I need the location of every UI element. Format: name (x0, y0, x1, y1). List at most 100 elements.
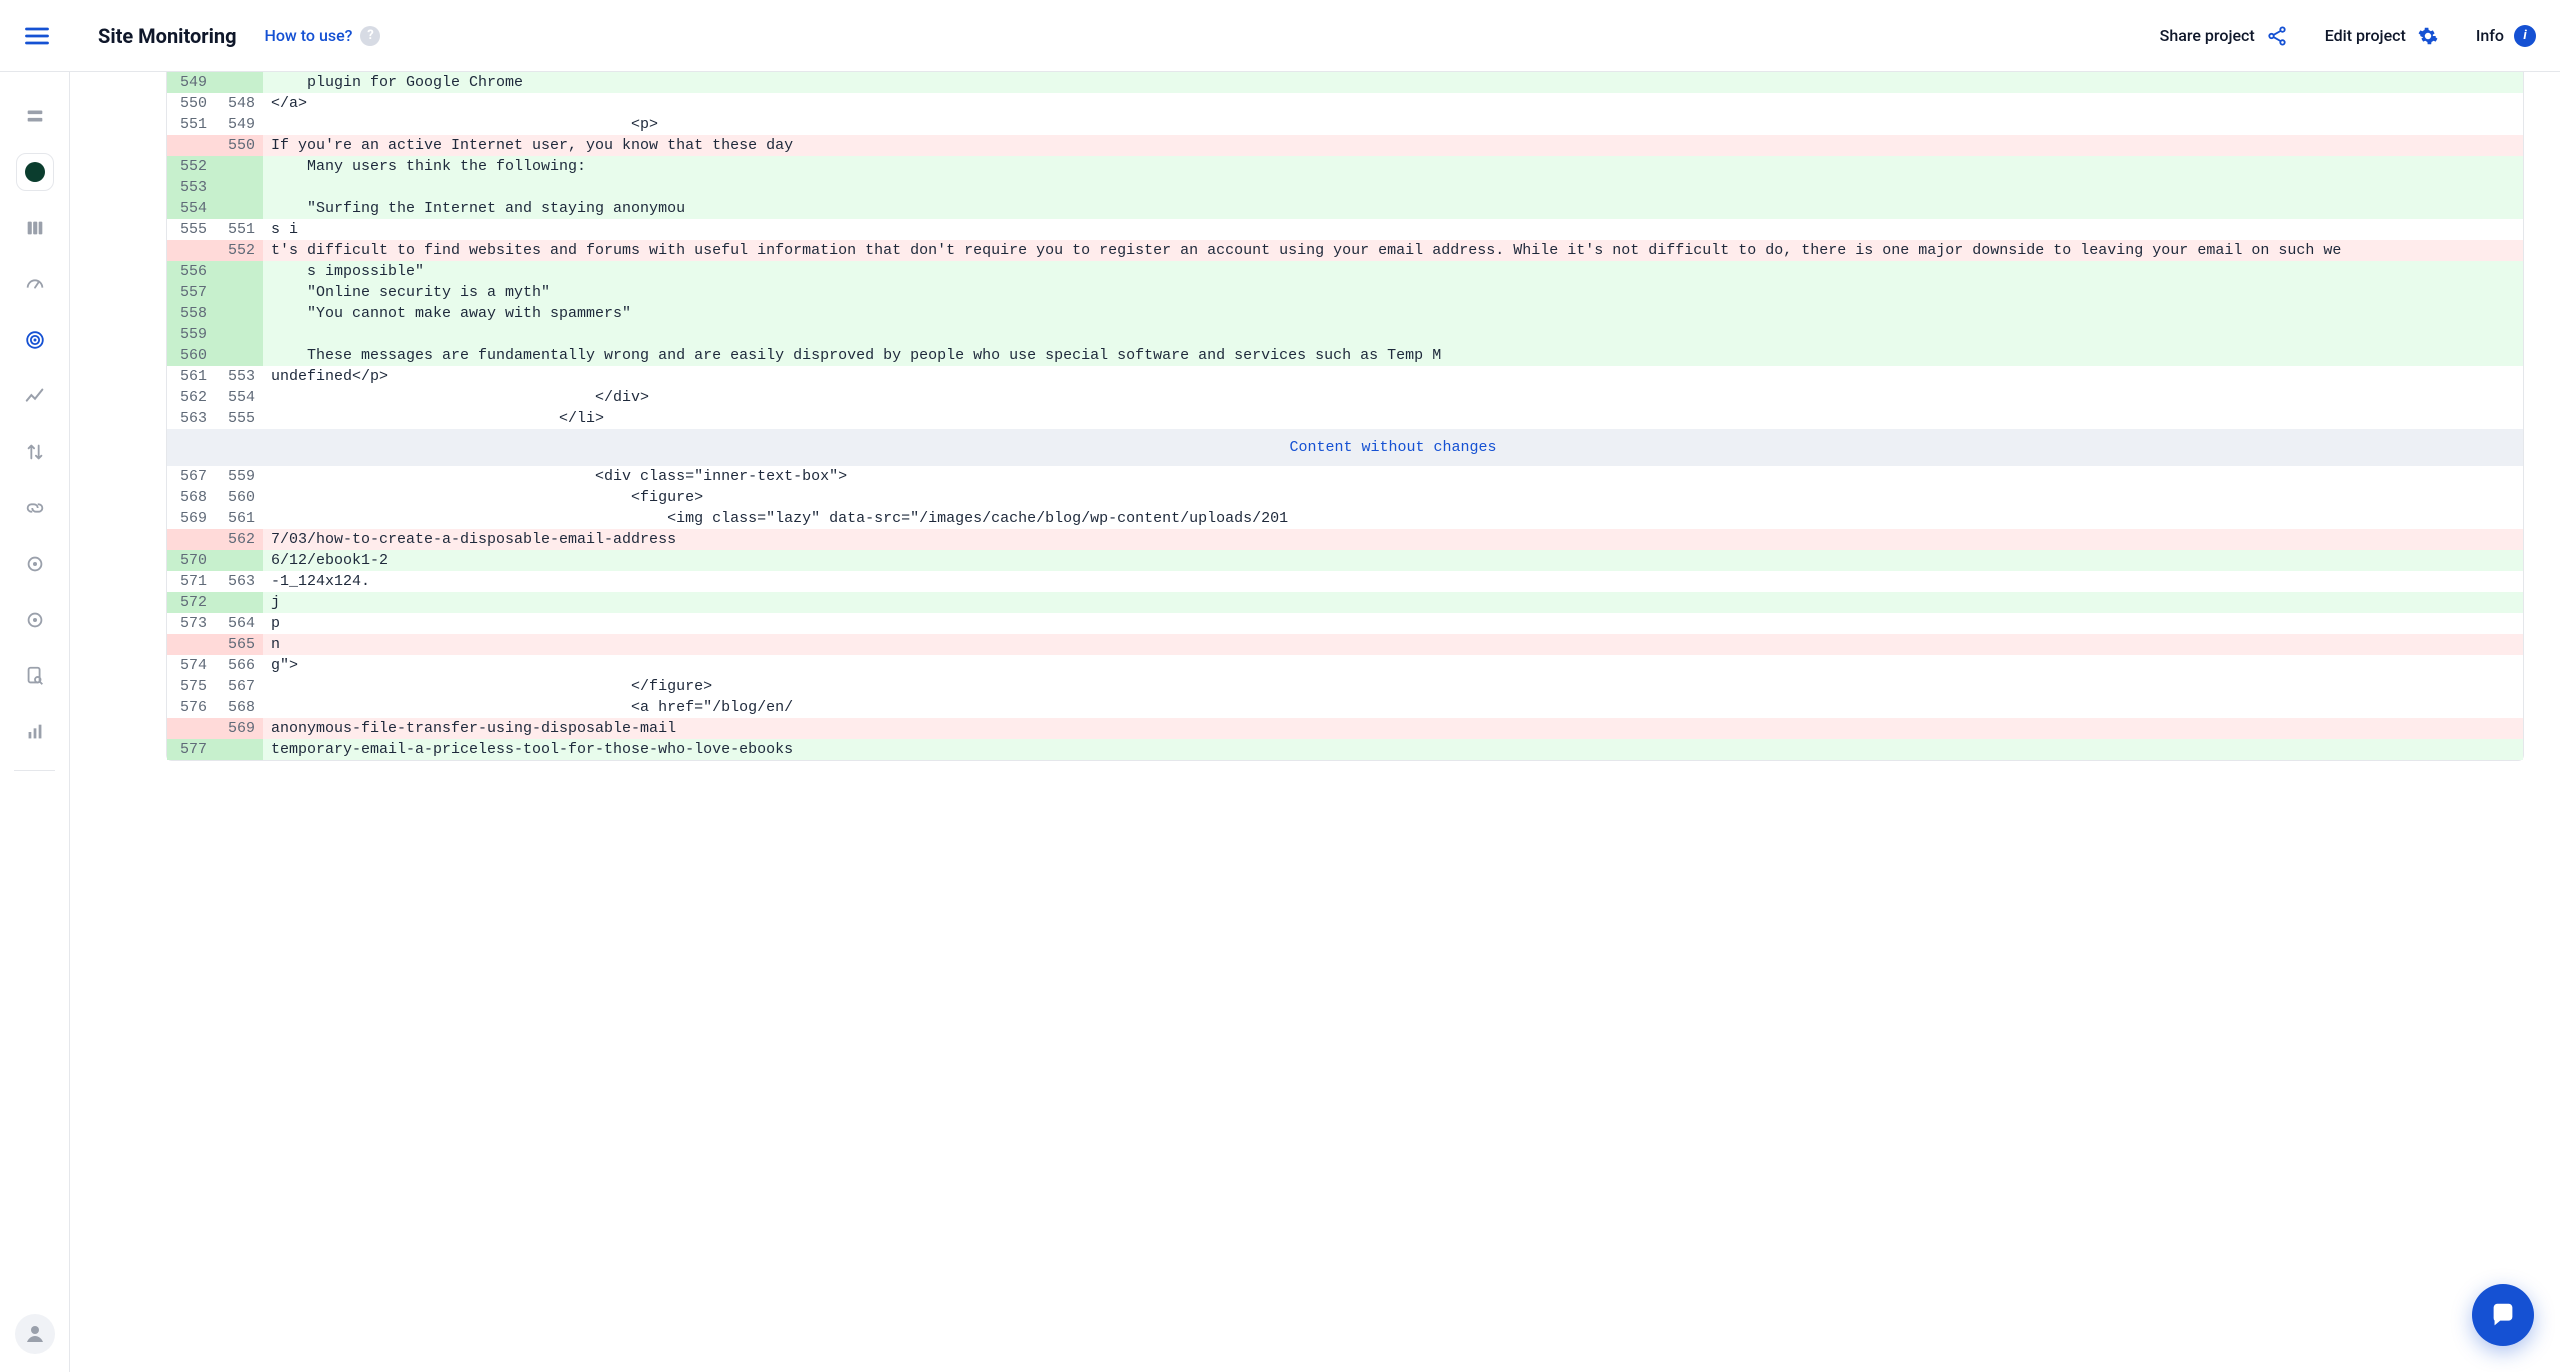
code-line: n (263, 634, 2523, 655)
diff-row: 562554 </div> (167, 387, 2523, 408)
rail-item-project[interactable] (16, 153, 54, 191)
gutter-left: 577 (167, 739, 215, 760)
page-search-icon (24, 665, 46, 687)
diff-row: 551549 <p> (167, 114, 2523, 135)
main-scroll[interactable]: 549 plugin for Google Chrome550548</a>55… (70, 72, 2560, 1372)
diff-row: 561553undefined</p> (167, 366, 2523, 387)
rail-item-trends[interactable] (16, 377, 54, 415)
code-line: </div> (263, 387, 2523, 408)
gutter-right: 564 (215, 613, 263, 634)
share-project-button[interactable]: Share project (2160, 24, 2289, 48)
diff-row: 565n (167, 634, 2523, 655)
code-line: undefined</p> (263, 366, 2523, 387)
gutter-right: 569 (215, 718, 263, 739)
gutter-right: 548 (215, 93, 263, 114)
gutter-left: 559 (167, 324, 215, 345)
menu-toggle[interactable] (18, 22, 56, 50)
user-avatar[interactable] (15, 1314, 55, 1354)
left-rail (0, 72, 70, 1372)
target-icon (24, 609, 46, 631)
rail-item-target2[interactable] (16, 601, 54, 639)
gutter-left: 573 (167, 613, 215, 634)
diff-row: 550If you're an active Internet user, yo… (167, 135, 2523, 156)
code-line: </li> (263, 408, 2523, 429)
diff-row: 560 These messages are fundamentally wro… (167, 345, 2523, 366)
gutter-left: 550 (167, 93, 215, 114)
share-label: Share project (2160, 26, 2255, 45)
radar-icon (24, 329, 46, 351)
rail-item-links[interactable] (16, 489, 54, 527)
code-line: t's difficult to find websites and forum… (263, 240, 2523, 261)
gutter-left: 560 (167, 345, 215, 366)
share-icon (2265, 24, 2289, 48)
diff-row: 553 (167, 177, 2523, 198)
info-icon: i (2514, 25, 2536, 47)
rail-item-updown[interactable] (16, 433, 54, 471)
diff-hunk-separator[interactable]: Content without changes (167, 429, 2523, 466)
diff-row: 550548</a> (167, 93, 2523, 114)
code-line (263, 177, 2523, 198)
rail-item-speed[interactable] (16, 265, 54, 303)
target-icon (24, 553, 46, 575)
bars-icon (24, 721, 46, 743)
code-line: j (263, 592, 2523, 613)
gutter-left: 561 (167, 366, 215, 387)
diff-row: 567559 <div class="inner-text-box"> (167, 466, 2523, 487)
gutter-left: 554 (167, 198, 215, 219)
diff-row: 556 s impossible" (167, 261, 2523, 282)
code-line: <figure> (263, 487, 2523, 508)
rail-item-search-page[interactable] (16, 657, 54, 695)
project-avatar-icon (25, 162, 45, 182)
gutter-right (215, 177, 263, 198)
edit-project-button[interactable]: Edit project (2325, 24, 2440, 48)
gutter-left (167, 529, 215, 550)
info-button[interactable]: Info i (2476, 25, 2536, 47)
diff-row: 559 (167, 324, 2523, 345)
diff-row: 571563-1_124x124. (167, 571, 2523, 592)
gutter-left: 576 (167, 697, 215, 718)
gutter-left: 556 (167, 261, 215, 282)
diff-row: 554 "Surfing the Internet and staying an… (167, 198, 2523, 219)
gutter-right: 553 (215, 366, 263, 387)
diff-row: 558 "You cannot make away with spammers" (167, 303, 2523, 324)
gutter-right: 559 (215, 466, 263, 487)
gutter-left: 551 (167, 114, 215, 135)
code-line: p (263, 613, 2523, 634)
gutter-left: 568 (167, 487, 215, 508)
gutter-right (215, 303, 263, 324)
gutter-left: 549 (167, 72, 215, 93)
edit-label: Edit project (2325, 26, 2406, 45)
help-icon: ? (360, 26, 380, 46)
how-to-link[interactable]: How to use? ? (265, 26, 381, 46)
rail-item-dashboard[interactable] (16, 209, 54, 247)
gutter-right (215, 198, 263, 219)
hunk-label[interactable]: Content without changes (263, 429, 2523, 466)
gutter-right: 560 (215, 487, 263, 508)
gutter-right (215, 261, 263, 282)
gutter-left: 552 (167, 156, 215, 177)
diff-row: 5706/12/ebook1-2 (167, 550, 2523, 571)
diff-row: 549 plugin for Google Chrome (167, 72, 2523, 93)
gutter-right (215, 739, 263, 760)
diff-row: 573564p (167, 613, 2523, 634)
rail-item-target1[interactable] (16, 545, 54, 583)
diff-row: 574566g"> (167, 655, 2523, 676)
gutter-left: 558 (167, 303, 215, 324)
rail-item-monitoring[interactable] (16, 321, 54, 359)
updown-icon (24, 441, 46, 463)
stack-icon (24, 105, 46, 127)
rail-item-apps[interactable] (16, 97, 54, 135)
chat-button[interactable] (2472, 1284, 2534, 1346)
code-line: If you're an active Internet user, you k… (263, 135, 2523, 156)
hamburger-icon (23, 22, 51, 50)
rail-separator (14, 770, 55, 771)
code-line: <a href="/blog/en/ (263, 697, 2523, 718)
code-line: <p> (263, 114, 2523, 135)
code-line: -1_124x124. (263, 571, 2523, 592)
diff-row: 569anonymous-file-transfer-using-disposa… (167, 718, 2523, 739)
code-line: g"> (263, 655, 2523, 676)
gutter-left (167, 718, 215, 739)
gutter-right: 552 (215, 240, 263, 261)
gutter-right: 549 (215, 114, 263, 135)
rail-item-stats[interactable] (16, 713, 54, 751)
